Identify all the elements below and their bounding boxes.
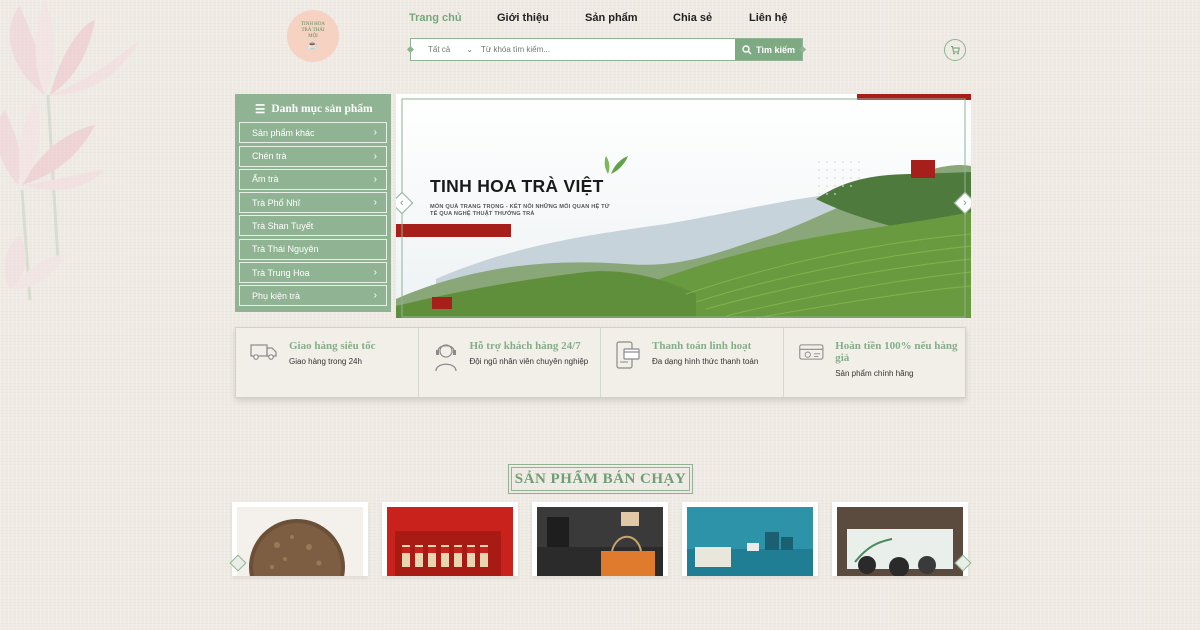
sidebar-item-thai-nguyen[interactable]: Trà Thái Nguyên — [239, 238, 387, 260]
section-title-bestsellers: SẢN PHẨM BÁN CHẠY — [508, 464, 693, 494]
feature-desc: Giao hàng trong 24h — [289, 357, 362, 366]
feature-payment: Thanh toán linh hoạt Đa dạng hình thức t… — [601, 328, 784, 397]
banner-title: TINH HOA TRÀ VIỆT — [430, 176, 604, 196]
chevron-right-icon: › — [373, 150, 377, 162]
delivery-truck-icon — [250, 344, 277, 360]
chevron-left-icon: ‹ — [400, 196, 404, 209]
sidebar-item-label: Chén trà — [252, 151, 287, 162]
product-card[interactable] — [232, 502, 368, 615]
search-input[interactable] — [479, 45, 735, 54]
product-image — [387, 507, 513, 576]
feature-fast-delivery: Giao hàng siêu tốc Giao hàng trong 24h — [236, 328, 419, 397]
sidebar-item-label: Phụ kiện trà — [252, 290, 301, 301]
main-nav: Trang chủ Giới thiệu Sản phẩm Chia sẻ Li… — [409, 12, 788, 24]
category-sidebar: ☰ Danh mục sản phẩm Sản phẩm khác › Chén … — [235, 94, 391, 312]
chevron-right-icon: › — [373, 290, 377, 302]
nav-about[interactable]: Giới thiệu — [497, 12, 585, 24]
feature-desc: Đa dạng hình thức thanh toán — [652, 357, 759, 366]
refund-card-icon — [798, 344, 823, 360]
chevron-right-icon: › — [373, 127, 377, 139]
sidebar-item-label: Ấm trà — [252, 174, 279, 185]
tea-cup-icon: ☕ — [307, 39, 319, 50]
sidebar-item-label: Trà Thái Nguyên — [252, 244, 319, 255]
feature-support: Hỗ trợ khách hàng 24/7 Đội ngũ nhân viên… — [419, 328, 601, 397]
chevron-right-icon: › — [373, 197, 377, 209]
search-bar: Tất cả ⌄ Tìm kiếm — [410, 38, 803, 61]
banner-subtitle: MÓN QUÀ TRANG TRỌNG - KẾT NỐI NHỮNG MỐI … — [430, 204, 610, 217]
sidebar-title: Danh mục sản phẩm — [271, 103, 373, 115]
sidebar-item-label: Trà Phổ Nhĩ — [252, 197, 301, 208]
site-logo[interactable]: TINH HOA TRÀ THÁI MỘI ☕ — [287, 10, 339, 62]
sidebar-item-tea-cups[interactable]: Chén trà › — [239, 145, 387, 167]
search-button-label: Tìm kiếm — [755, 44, 795, 55]
search-icon — [742, 44, 752, 54]
search-button[interactable]: Tìm kiếm — [735, 39, 802, 60]
nav-share[interactable]: Chia sẻ — [673, 12, 749, 24]
product-card[interactable] — [832, 502, 968, 577]
features-bar: Giao hàng siêu tốc Giao hàng trong 24h H… — [235, 327, 966, 398]
sidebar-item-label: Trà Shan Tuyết — [252, 220, 314, 231]
payment-icon — [616, 341, 640, 369]
menu-icon: ☰ — [255, 104, 266, 116]
nav-home[interactable]: Trang chủ — [409, 12, 497, 24]
product-image — [687, 507, 813, 576]
product-image — [837, 507, 963, 577]
nav-contact[interactable]: Liên hệ — [749, 12, 788, 24]
sidebar-item-pu-erh[interactable]: Trà Phổ Nhĩ › — [239, 192, 387, 214]
lotus-decoration — [0, 0, 140, 301]
chevron-right-icon: › — [963, 196, 967, 209]
chevron-right-icon: › — [373, 173, 377, 185]
sidebar-item-chinese-tea[interactable]: Trà Trung Hoa › — [239, 262, 387, 284]
feature-desc: Đội ngũ nhân viên chuyên nghiệp — [469, 357, 589, 366]
product-card[interactable] — [682, 502, 818, 576]
sidebar-item-other-products[interactable]: Sản phẩm khác › — [239, 122, 387, 144]
sidebar-header: ☰ Danh mục sản phẩm — [239, 98, 387, 120]
feature-title: Hoàn tiền 100% nếu hàng giả — [835, 340, 958, 364]
product-card[interactable] — [532, 502, 668, 576]
cart-icon — [951, 46, 960, 55]
sidebar-item-label: Trà Trung Hoa — [252, 267, 310, 278]
search-category-value: Tất cả — [428, 45, 451, 54]
product-card[interactable] — [382, 502, 518, 576]
feature-refund: Hoàn tiền 100% nếu hàng giả Sản phẩm chí… — [784, 328, 966, 397]
cart-button[interactable] — [944, 39, 966, 61]
nav-products[interactable]: Sản phẩm — [585, 12, 673, 24]
feature-title: Hỗ trợ khách hàng 24/7 — [469, 340, 581, 352]
support-agent-icon — [434, 344, 457, 372]
sidebar-item-shan-tuyet[interactable]: Trà Shan Tuyết — [239, 215, 387, 237]
chevron-right-icon: › — [373, 267, 377, 279]
sidebar-item-label: Sản phẩm khác — [252, 127, 315, 138]
feature-desc: Sản phẩm chính hãng — [835, 369, 914, 378]
sidebar-item-teapots[interactable]: Ấm trà › — [239, 168, 387, 190]
product-image — [537, 507, 663, 576]
feature-title: Giao hàng siêu tốc — [289, 340, 376, 352]
product-image — [237, 507, 363, 615]
search-category-select[interactable]: Tất cả ⌄ — [411, 45, 479, 54]
bestseller-carousel — [229, 502, 972, 615]
sidebar-item-accessories[interactable]: Phụ kiện trà › — [239, 285, 387, 307]
chevron-down-icon: ⌄ — [466, 45, 473, 54]
logo-text: TINH HOA TRÀ THÁI MỘI — [300, 21, 326, 39]
feature-title: Thanh toán linh hoạt — [652, 340, 752, 352]
hero-banner[interactable]: TINH HOA TRÀ VIỆT MÓN QUÀ TRANG TRỌNG - … — [396, 94, 971, 318]
